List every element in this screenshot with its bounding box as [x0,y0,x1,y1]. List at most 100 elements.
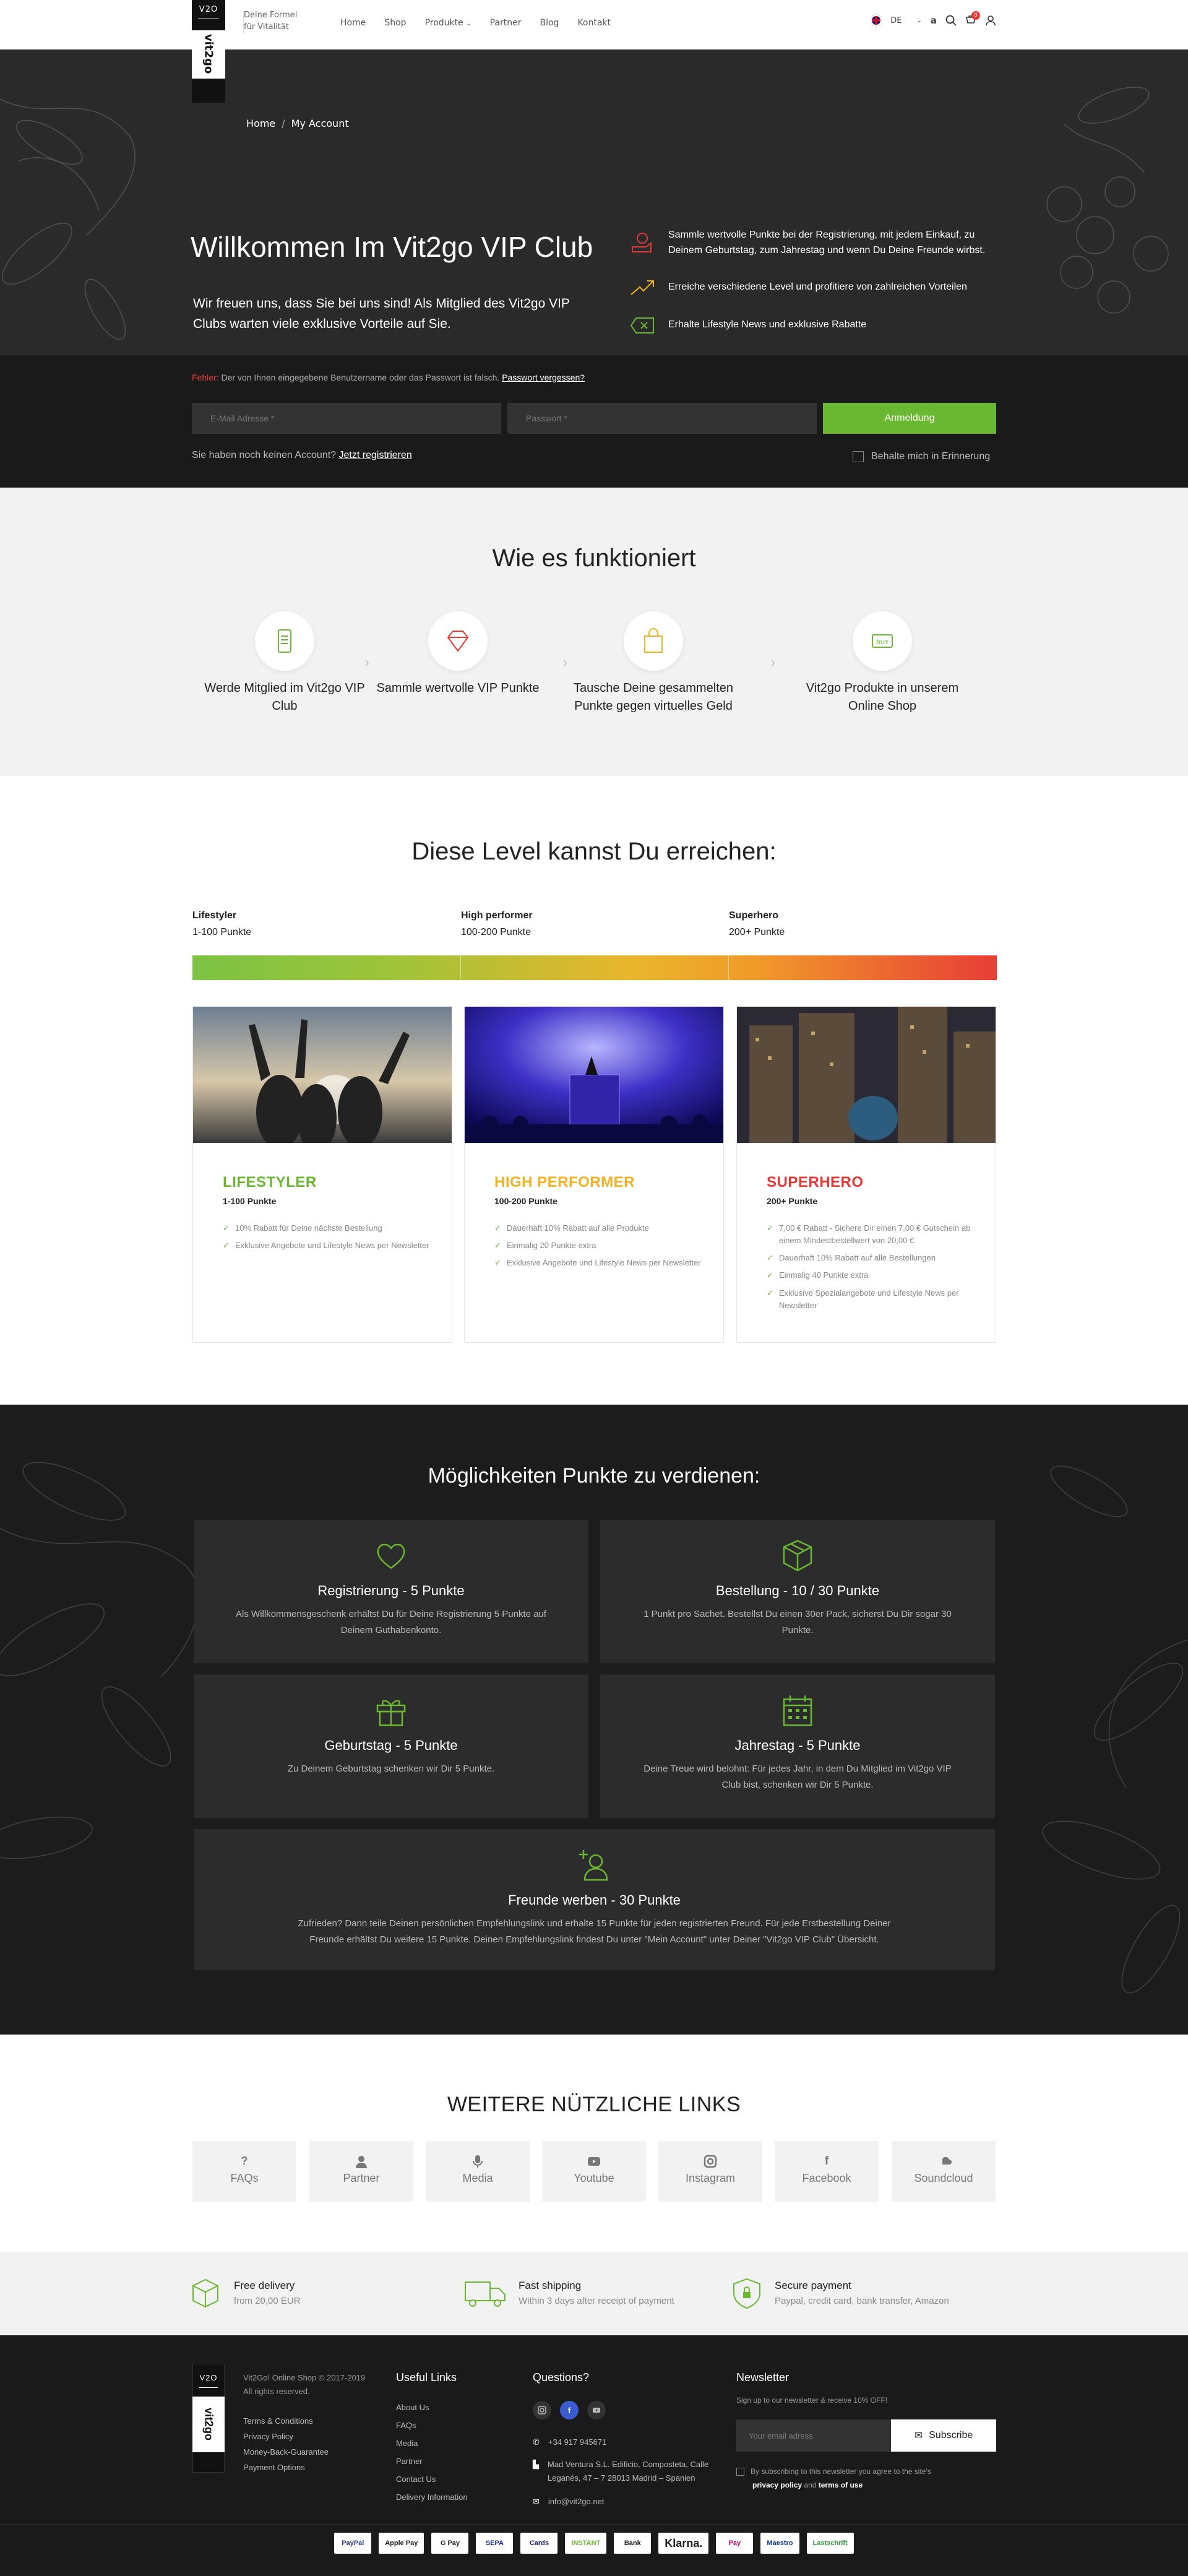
cart-count-badge: 0 [971,11,980,20]
level-benefit-item: 7,00 € Rabatt - Sichere Dir einen 7,00 €… [767,1222,977,1247]
footer-logo[interactable]: V2O vit2go [192,2364,225,2473]
link-label: Instagram [685,2172,736,2184]
remember-me[interactable]: Behalte mich in Erinnerung [853,451,990,462]
footer-logo-mark: V2O [199,2373,218,2382]
benefit-item: Erhalte Lifestyle News und exklusive Rab… [630,317,1001,334]
search-icon[interactable] [945,15,957,26]
city-night-photo [737,1007,996,1143]
useful-links: About Us FAQs Media Partner Contact Us D… [396,2398,468,2506]
breadcrumb-home[interactable]: Home [246,118,275,129]
nav-blog[interactable]: Blog [540,18,559,28]
footer-link[interactable]: Privacy Policy [243,2429,329,2444]
earn-card-title: Registrierung - 5 Punkte [317,1583,465,1598]
uk-flag-icon[interactable] [871,15,882,26]
instagram-icon[interactable] [533,2401,551,2419]
nav-produkte[interactable]: Produkte ⌄ [425,18,471,28]
earn-card-text: Als Willkommensgeschenk erhältst Du für … [236,1609,546,1635]
privacy-policy-link[interactable]: privacy policy [752,2481,802,2489]
footer-link[interactable]: About Us [396,2398,468,2416]
link-label: Youtube [574,2172,614,2184]
level-card-points: 200+ Punkte [767,1196,818,1206]
youtube-icon[interactable] [587,2401,606,2419]
link-faqs[interactable]: ? FAQs [192,2141,296,2202]
trend-up-icon [630,278,656,297]
login-button[interactable]: Anmeldung [823,403,996,434]
youtube-icon [587,2155,601,2168]
link-media[interactable]: Media [426,2141,530,2202]
footer-link[interactable]: Money-Back-Guarantee [243,2444,329,2460]
step-text: Vit2go Produkte in unserem Online Shop [806,681,959,713]
nav-partner[interactable]: Partner [490,18,522,28]
footer-link[interactable]: Partner [396,2452,468,2470]
level-name: Lifestyler [192,910,237,921]
facebook-icon[interactable]: f [560,2401,579,2419]
level-benefits: 7,00 € Rabatt - Sichere Dir einen 7,00 €… [767,1222,977,1312]
logo-mark: V2O [199,5,218,14]
link-instagram[interactable]: Instagram [658,2141,762,2202]
paypal-logo: PayPal [334,2533,372,2554]
consent-checkbox[interactable] [736,2468,744,2476]
feature-item: Fast shipping Within 3 days after receipt… [464,2277,674,2309]
features-bar: Free delivery from 20,00 EUR Fast shippin… [0,2252,1188,2335]
link-soundcloud[interactable]: Soundcloud [892,2141,996,2202]
email-link[interactable]: info@vit2go.net [548,2495,605,2509]
phone-number[interactable]: +34 917 945671 [548,2436,606,2449]
subscribe-button[interactable]: ✉ Subscribe [891,2419,996,2452]
link-youtube[interactable]: Youtube [542,2141,646,2202]
lastschrift-logo: Lastschrift [806,2533,854,2554]
password-input[interactable] [507,403,817,434]
level-card-title: LIFESTYLER [223,1174,317,1191]
benefit-item: Erreiche verschiedene Level und profitie… [630,278,1001,297]
level-card: LIFESTYLER 1-100 Punkte 10% Rabatt für D… [192,1006,452,1343]
remember-checkbox[interactable] [853,451,864,462]
logo[interactable]: V2O vit2go [192,0,225,103]
chevron-right-icon: › [771,656,775,670]
step-text: Tausche Deine gesammelten Punkte gegen v… [574,681,733,713]
link-partner[interactable]: Partner [309,2141,413,2202]
terms-link[interactable]: terms of use [819,2481,863,2489]
footer-link[interactable]: Payment Options [243,2460,329,2475]
sepa-logo: SEPA [476,2533,514,2554]
login-form: Fehler: Der von Ihnen eingegebene Benutz… [0,355,1188,488]
cart-icon[interactable]: 0 [965,11,980,26]
klarna-logo: Klarna. [658,2533,709,2554]
footer-link[interactable]: FAQs [396,2416,468,2434]
level-progress-bar [192,955,997,980]
newsletter-heading: Newsletter [736,2371,790,2384]
logo-brand: vit2go [192,30,225,79]
email-input[interactable] [192,403,501,434]
nav-shop[interactable]: Shop [384,18,406,28]
amazon-icon[interactable]: a [931,15,937,26]
package-icon [779,1537,816,1574]
instagram-icon [704,2155,717,2168]
link-facebook[interactable]: f Facebook [775,2141,879,2202]
level-range: 200+ Punkte [729,927,785,938]
question-icon: ? [241,2155,248,2167]
pay-logo: Pay [716,2533,754,2554]
footer-link[interactable]: Terms & Conditions [243,2413,329,2429]
discount-tag-icon [630,317,656,334]
footer-link[interactable]: Media [396,2434,468,2452]
nav-kontakt[interactable]: Kontakt [577,18,611,28]
building-icon: ▙ [533,2460,539,2469]
useful-links-heading: Useful Links [396,2371,457,2384]
chevron-down-icon[interactable]: ⌄ [916,17,921,24]
newsletter-email-input[interactable] [736,2419,891,2452]
level-benefit-item: Exklusive Angebote und Lifestyle News pe… [494,1257,705,1269]
gift-card-icon [630,231,656,256]
member-card-icon [255,611,314,671]
language-selector[interactable]: DE [890,16,902,25]
nav-home[interactable]: Home [340,18,366,28]
footer-link[interactable]: Contact Us [396,2470,468,2488]
useful-links-section: WEITERE NÜTZLICHE LINKS ? FAQs Partner Me… [0,2035,1188,2252]
register-link[interactable]: Jetzt registrieren [339,450,412,460]
user-icon[interactable] [985,15,996,26]
no-account-text: Sie haben noch keinen Account? [192,450,337,460]
forgot-password-link[interactable]: Passwort vergessen? [502,373,585,382]
address-row: ▙ Mad Ventura S.L. Edificio, Composteta, … [533,2458,712,2485]
buy-tag-icon: BUY [853,611,912,671]
level-card: HIGH PERFORMER 100-200 Punkte Dauerhaft … [464,1006,724,1343]
level-card-title: HIGH PERFORMER [494,1174,635,1191]
footer-link[interactable]: Delivery Information [396,2488,468,2506]
footer-logo-brand: vit2go [192,2397,225,2452]
